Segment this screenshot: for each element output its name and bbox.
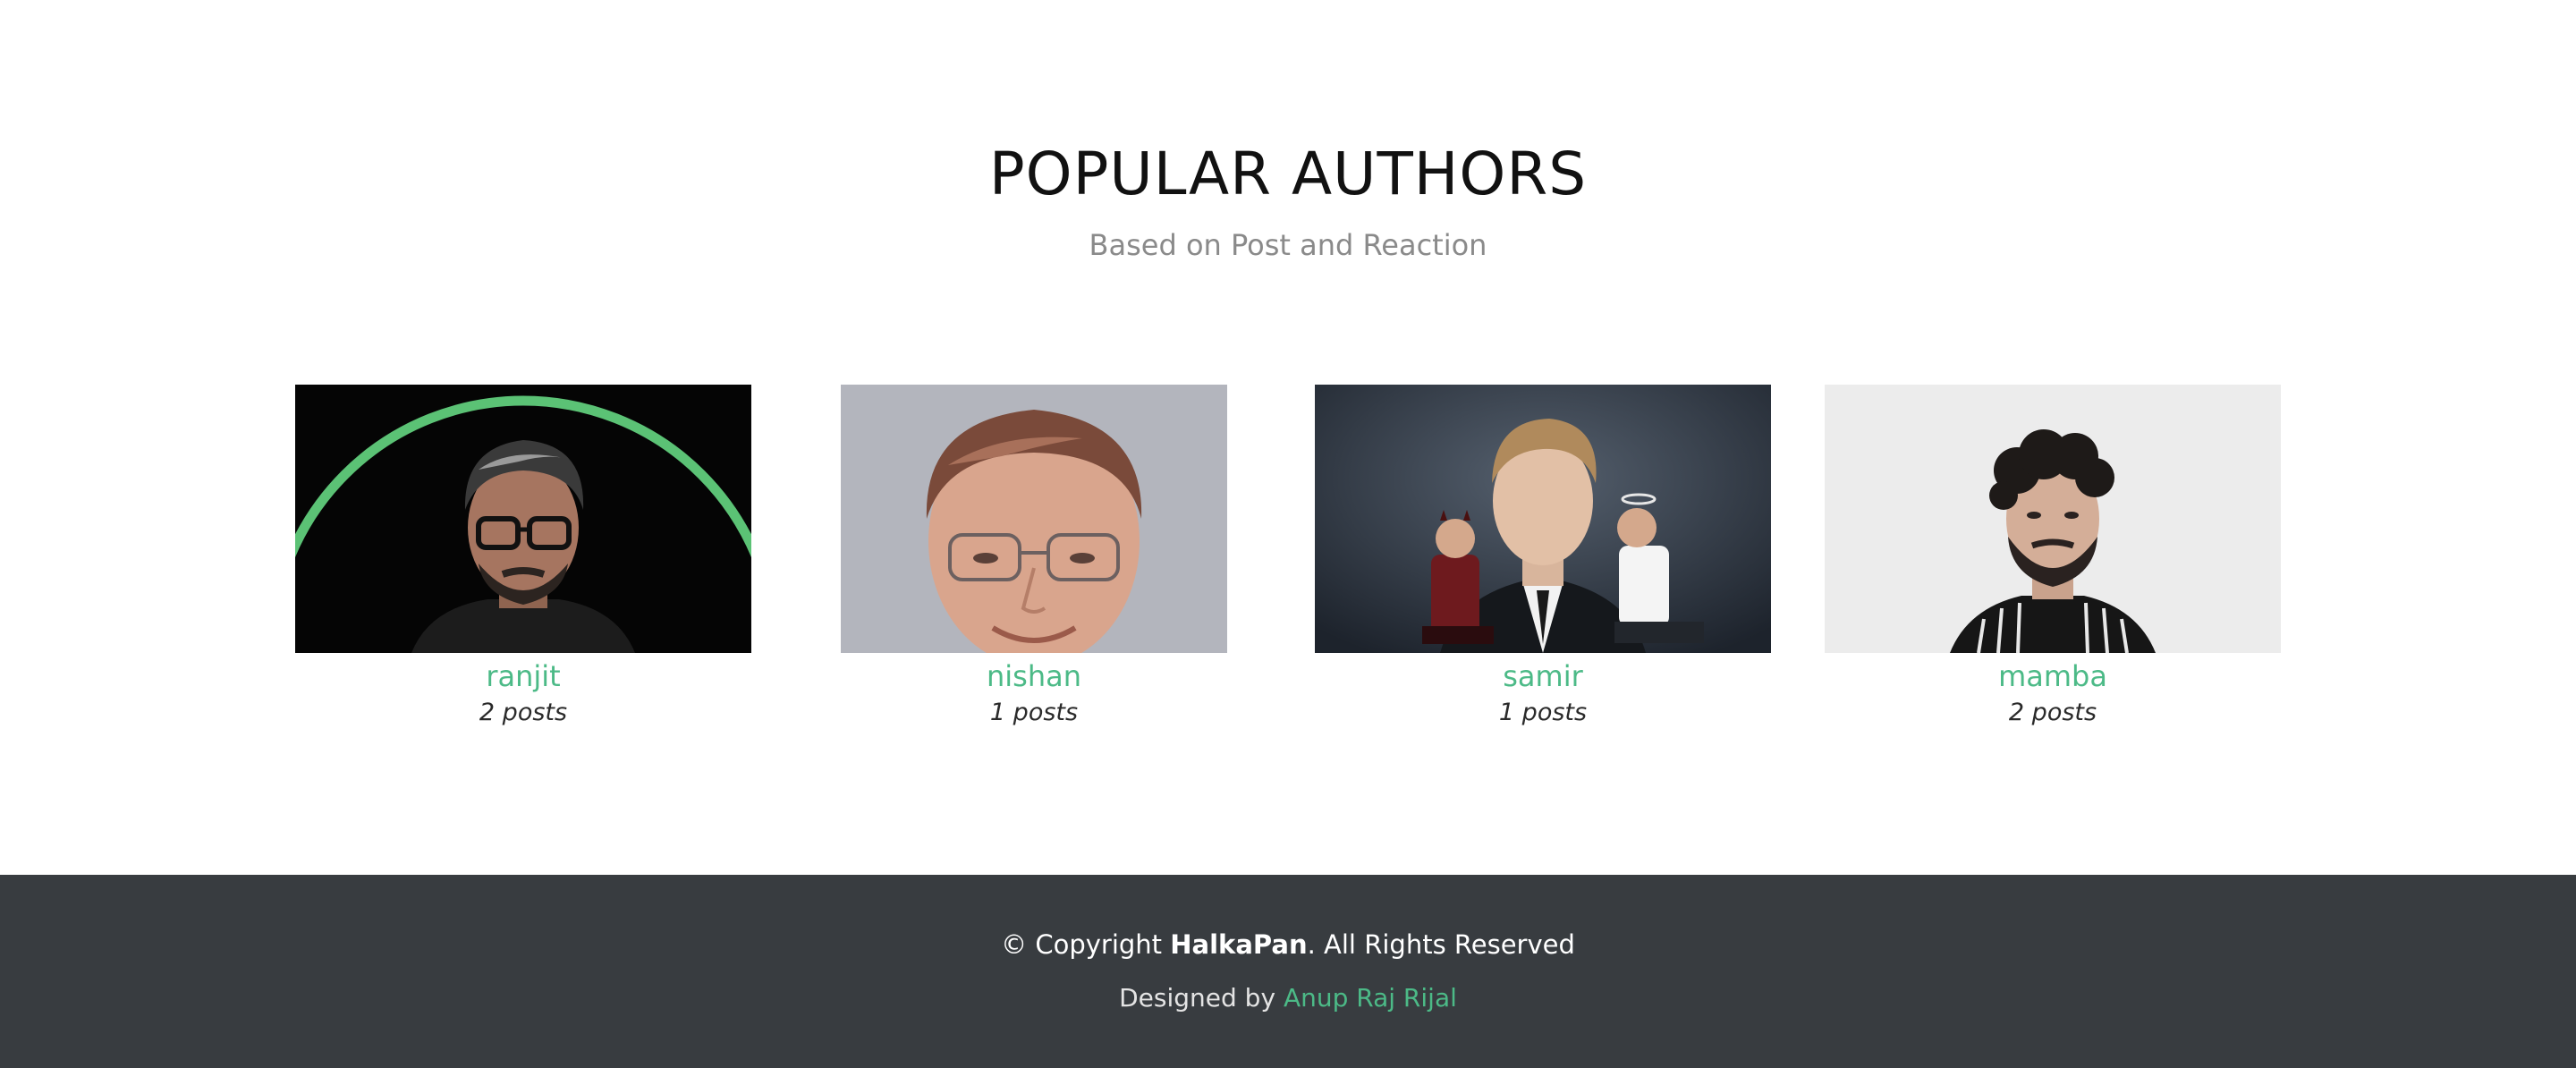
copyright-text: © Copyright HalkaPan. All Rights Reserve… [0, 927, 2576, 962]
author-card-nishan[interactable]: nishan 1 posts [841, 385, 1227, 728]
designed-by-prefix: Designed by [1119, 983, 1284, 1013]
author-photo-mamba[interactable] [1825, 385, 2281, 653]
copyright-suffix: . All Rights Reserved [1307, 929, 1575, 960]
author-name-link[interactable]: ranjit [295, 658, 751, 694]
footer: © Copyright HalkaPan. All Rights Reserve… [0, 875, 2576, 1068]
author-photo-samir[interactable] [1315, 385, 1771, 653]
author-photo-ranjit[interactable] [295, 385, 751, 653]
author-post-count: 2 posts [479, 699, 568, 726]
author-post-count: 1 posts [1498, 699, 1588, 726]
section-title: POPULAR AUTHORS [988, 140, 1588, 208]
copyright-prefix: © Copyright [1001, 929, 1171, 960]
author-card-ranjit[interactable]: ranjit 2 posts [295, 385, 751, 728]
author-post-count: 2 posts [2008, 699, 2097, 726]
author-name-link[interactable]: mamba [1825, 658, 2281, 694]
author-post-count: 1 posts [989, 699, 1079, 726]
page: POPULAR AUTHORS Based on Post and Reacti… [0, 0, 2576, 1068]
popular-authors-header: POPULAR AUTHORS Based on Post and Reacti… [0, 134, 2576, 263]
author-card-samir[interactable]: samir 1 posts [1315, 385, 1771, 728]
author-name-link[interactable]: nishan [841, 658, 1227, 694]
designed-by-text: Designed by Anup Raj Rijal [0, 980, 2576, 1016]
author-photo-nishan[interactable] [841, 385, 1227, 653]
section-subtitle: Based on Post and Reaction [1089, 228, 1487, 262]
brand-name: HalkaPan [1170, 929, 1308, 960]
designer-link[interactable]: Anup Raj Rijal [1284, 983, 1457, 1013]
author-card-mamba[interactable]: mamba 2 posts [1825, 385, 2281, 728]
author-name-link[interactable]: samir [1315, 658, 1771, 694]
